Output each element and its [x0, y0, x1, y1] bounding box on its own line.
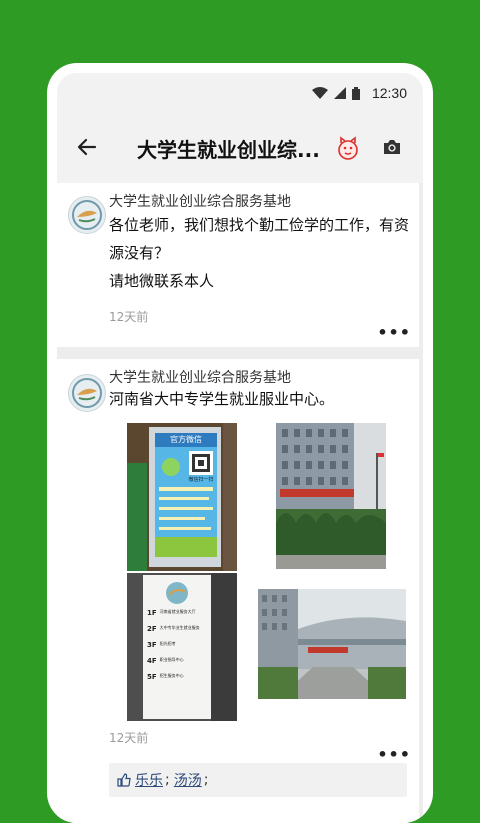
floor-line: 河南省就业服务大厅 — [159, 609, 196, 614]
floor-line: 职业指导中心 — [159, 657, 184, 662]
like-user[interactable]: 汤汤 — [174, 770, 202, 790]
post-card[interactable]: 大学生就业创业综合服务基地 各位老师，我们想找个勤工俭学的工作，有资 源没有？ … — [57, 183, 419, 347]
floor-label: 2F — [147, 625, 157, 633]
poster-photo-image — [127, 423, 237, 571]
status-time: 12:30 — [371, 85, 407, 101]
post-photo[interactable] — [258, 589, 406, 699]
avatar[interactable] — [68, 196, 106, 234]
like-separator: ; — [165, 772, 170, 788]
phone-frame: 12:30 大学生就业创业综... 大学生就业创业综合服务基地 各位老师，我们想… — [47, 63, 433, 823]
post-card[interactable]: 大学生就业创业综合服务基地 河南省大中专学生就业服业中心。 官方微信 微信扫一扫… — [57, 359, 419, 823]
campus-photo-image — [258, 589, 406, 699]
page-title: 大学生就业创业综... — [137, 138, 320, 162]
like-user[interactable]: 乐乐 — [135, 770, 163, 790]
mascot-icon[interactable] — [336, 135, 360, 161]
floor-label: 4F — [147, 657, 157, 665]
floor-line: 大中专毕业生就业服务 — [159, 625, 200, 630]
post-text-line: 请地微联系本人 — [109, 272, 215, 290]
post-author[interactable]: 大学生就业创业综合服务基地 — [109, 367, 291, 387]
wifi-icon — [311, 87, 328, 99]
floor-label: 3F — [147, 641, 157, 649]
poster-qr-caption: 微信扫一扫 — [188, 477, 214, 483]
floor-line: 阳光招考 — [159, 641, 176, 646]
post-text-line: 源没有？ — [109, 244, 170, 262]
post-author[interactable]: 大学生就业创业综合服务基地 — [109, 191, 291, 211]
more-options-button[interactable]: ••• — [377, 745, 411, 764]
poster-header-text: 官方微信 — [170, 435, 202, 444]
more-options-button[interactable]: ••• — [377, 323, 411, 342]
camera-icon[interactable] — [383, 139, 401, 155]
post-text-line: 各位老师，我们想找个勤工俭学的工作，有资 — [109, 216, 410, 234]
floor-label: 5F — [147, 673, 157, 681]
post-photo[interactable]: 1F 河南省就业服务大厅 2F 大中专毕业生就业服务 3F 阳光招考 4F 职业指导中心… — [127, 573, 237, 721]
avatar[interactable] — [68, 374, 106, 412]
organization-logo-icon — [72, 378, 102, 408]
post-timestamp: 12天前 — [109, 731, 149, 745]
post-timestamp: 12天前 — [109, 310, 149, 324]
likes-bar: 乐乐 ; 汤汤 ; — [109, 763, 407, 797]
floor-line: 招生服务中心 — [159, 673, 184, 678]
floor-directory: 1F 河南省就业服务大厅 2F 大中专毕业生就业服务 3F 阳光招考 4F 职业指导中心… — [147, 609, 207, 681]
post-text: 河南省大中专学生就业服业中心。 — [109, 390, 335, 408]
post-photo[interactable]: 官方微信 微信扫一扫 — [127, 423, 237, 571]
signal-icon — [333, 87, 346, 99]
battery-icon — [351, 86, 360, 100]
app-bar: 大学生就业创业综... — [57, 113, 423, 183]
app-screen: 12:30 大学生就业创业综... 大学生就业创业综合服务基地 各位老师，我们想… — [57, 73, 423, 823]
status-bar: 12:30 — [57, 73, 423, 113]
post-photo[interactable] — [276, 423, 386, 569]
floor-label: 1F — [147, 609, 157, 617]
like-separator: ; — [203, 772, 209, 788]
organization-logo-icon — [72, 200, 102, 230]
thumbs-up-icon — [117, 773, 131, 787]
back-arrow-icon[interactable] — [75, 135, 99, 159]
building-photo-image — [276, 423, 386, 569]
status-icons: 12:30 — [311, 85, 407, 101]
